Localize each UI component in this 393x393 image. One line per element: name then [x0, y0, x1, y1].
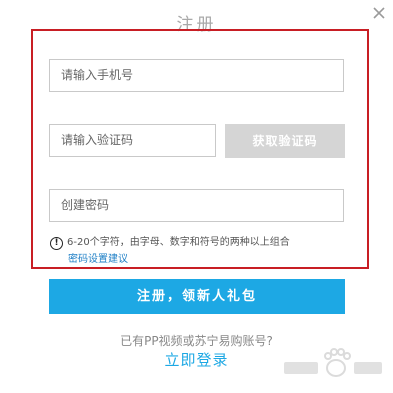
password-hint: ! 6-20个字符，由字母、数字和符号的两种以上组合 — [50, 236, 290, 250]
have-account-text: 已有PP视频或苏宁易购账号? — [120, 334, 273, 348]
phone-input[interactable]: 请输入手机号 — [49, 59, 344, 92]
info-icon: ! — [50, 236, 63, 250]
login-link[interactable]: 立即登录 — [0, 349, 393, 370]
register-button[interactable]: 注册，领新人礼包 — [49, 279, 345, 314]
close-button[interactable] — [370, 4, 388, 22]
verification-code-input[interactable]: 请输入验证码 — [49, 124, 216, 157]
password-suggestion-link[interactable]: 密码设置建议 — [68, 253, 128, 267]
password-hint-text: 6-20个字符，由字母、数字和符号的两种以上组合 — [67, 237, 290, 248]
close-icon — [370, 4, 388, 22]
get-code-button[interactable]: 获取验证码 — [225, 124, 345, 158]
password-input[interactable]: 创建密码 — [49, 189, 344, 222]
